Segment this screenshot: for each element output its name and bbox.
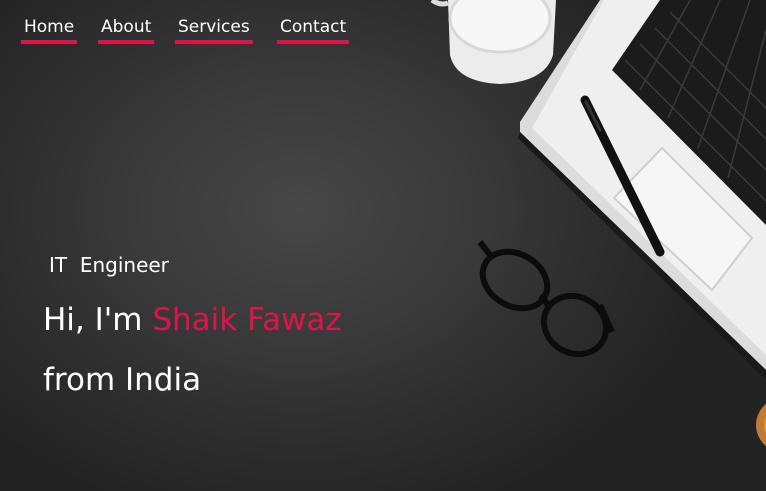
nav-link-about[interactable]: About xyxy=(98,15,155,44)
desk-photo-background xyxy=(430,0,766,447)
hero-location: from India xyxy=(43,362,202,398)
nav-link-contact[interactable]: Contact xyxy=(277,15,350,44)
wooden-coaster-image xyxy=(756,403,766,447)
hero-section: Home About Services Contact IT Engineer … xyxy=(0,0,766,491)
hero-greeting: Hi, I'm xyxy=(43,302,153,338)
hero-subtitle: IT Engineer xyxy=(49,253,169,277)
hero-name: Shaik Fawaz xyxy=(152,302,342,338)
hero-heading: Hi, I'm Shaik Fawaz xyxy=(43,299,342,341)
nav-link-services[interactable]: Services xyxy=(175,15,253,44)
eyeglasses-image xyxy=(477,240,615,358)
laptop-image xyxy=(518,0,766,380)
nav-link-home[interactable]: Home xyxy=(21,15,78,44)
coffee-mug-image xyxy=(430,0,556,84)
